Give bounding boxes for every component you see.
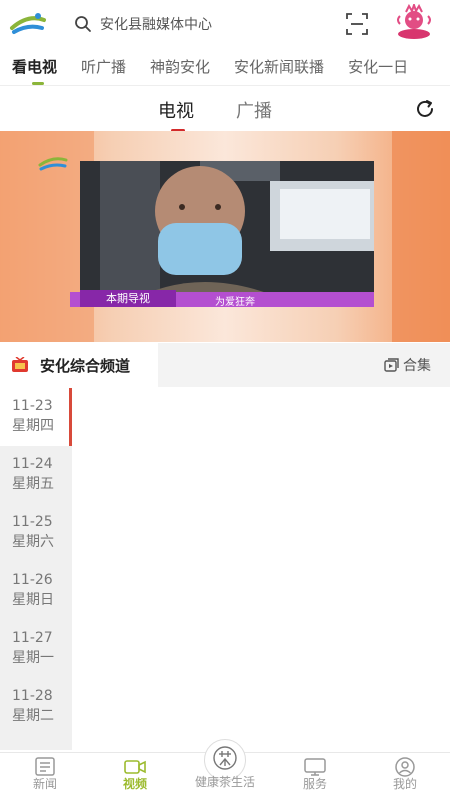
- caption-label: 本期导视: [80, 290, 176, 307]
- channel-header: 安化综合频道 合集: [0, 343, 450, 387]
- collection-button[interactable]: 合集: [384, 355, 431, 375]
- date-item[interactable]: 11-28 星期二: [0, 678, 72, 736]
- date-item[interactable]: 11-24 星期五: [0, 446, 72, 504]
- mascot-avatar-icon[interactable]: [394, 4, 434, 40]
- date-day: 11-23: [12, 398, 53, 414]
- tab-broadcast[interactable]: 广播: [236, 97, 272, 123]
- tea-icon[interactable]: [212, 745, 238, 771]
- tab-watch-tv[interactable]: 看电视: [12, 56, 57, 85]
- search-icon: [75, 16, 91, 32]
- date-day: 11-24: [12, 456, 53, 472]
- date-day: 11-27: [12, 630, 53, 646]
- user-icon: [395, 757, 415, 777]
- media-type-tabs: 电视 广播: [0, 88, 450, 132]
- date-item[interactable]: 11-25 星期六: [0, 504, 72, 562]
- tab-radio[interactable]: 听广播: [81, 56, 126, 77]
- tab-tv[interactable]: 电视: [158, 97, 194, 132]
- top-bar: 安化县融媒体中心: [0, 0, 450, 48]
- date-item[interactable]: 11-26 星期日: [0, 562, 72, 620]
- tab-anhua-news[interactable]: 安化新闻联播: [234, 56, 324, 77]
- video-player[interactable]: 本期导视 为爱狂奔: [0, 131, 450, 342]
- search-placeholder: 安化县融媒体中心: [100, 17, 212, 33]
- bottom-nav: 新闻 视频 健康茶生活 服务 我的: [0, 739, 450, 800]
- search-bar[interactable]: 安化县融媒体中心: [74, 11, 324, 37]
- date-weekday: 星期一: [12, 650, 54, 666]
- nav-video[interactable]: 视频: [90, 753, 180, 800]
- nav-profile[interactable]: 我的: [360, 753, 450, 800]
- monitor-icon: [304, 758, 326, 776]
- station-logo-icon: [38, 157, 68, 171]
- nav-service[interactable]: 服务: [270, 753, 360, 800]
- video-background-right: [392, 131, 450, 342]
- nav-news-label: 新闻: [32, 777, 57, 791]
- date-weekday: 星期日: [12, 592, 54, 608]
- nav-service-label: 服务: [302, 777, 327, 791]
- video-icon: [124, 760, 146, 774]
- date-item[interactable]: 11-23 星期四: [0, 388, 72, 446]
- nav-video-label: 视频: [122, 777, 147, 791]
- nav-tea-life-label[interactable]: 健康茶生活: [180, 773, 270, 790]
- news-icon: [35, 757, 55, 776]
- tv-icon: [12, 357, 28, 372]
- date-weekday: 星期四: [12, 418, 54, 434]
- date-item[interactable]: 11-27 星期一: [0, 620, 72, 678]
- channel-tabs: 看电视 听广播 神韵安化 安化新闻联播 安化一日: [0, 48, 450, 86]
- date-list: 11-23 星期四 11-24 星期五 11-25 星期六 11-26 星期日 …: [0, 388, 72, 750]
- video-frame: [80, 161, 374, 307]
- date-day: 11-28: [12, 688, 53, 704]
- scan-icon[interactable]: [345, 12, 369, 36]
- refresh-icon[interactable]: [414, 98, 436, 120]
- tab-shenyun-anhua[interactable]: 神韵安化: [150, 56, 210, 77]
- app-logo-icon[interactable]: [8, 8, 48, 38]
- nav-news[interactable]: 新闻: [0, 753, 90, 800]
- collection-icon: [384, 358, 399, 372]
- channel-name: 安化综合频道: [40, 357, 131, 375]
- channel-title-area: 安化综合频道: [0, 343, 158, 387]
- date-weekday: 星期二: [12, 708, 54, 724]
- nav-profile-label: 我的: [392, 777, 417, 791]
- date-day: 11-26: [12, 572, 53, 588]
- collection-label: 合集: [403, 358, 431, 374]
- date-weekday: 星期六: [12, 534, 54, 550]
- tab-anhua-daily[interactable]: 安化一日: [348, 56, 408, 77]
- date-weekday: 星期五: [12, 476, 54, 492]
- date-day: 11-25: [12, 514, 53, 530]
- caption-title: 为爱狂奔: [215, 297, 255, 308]
